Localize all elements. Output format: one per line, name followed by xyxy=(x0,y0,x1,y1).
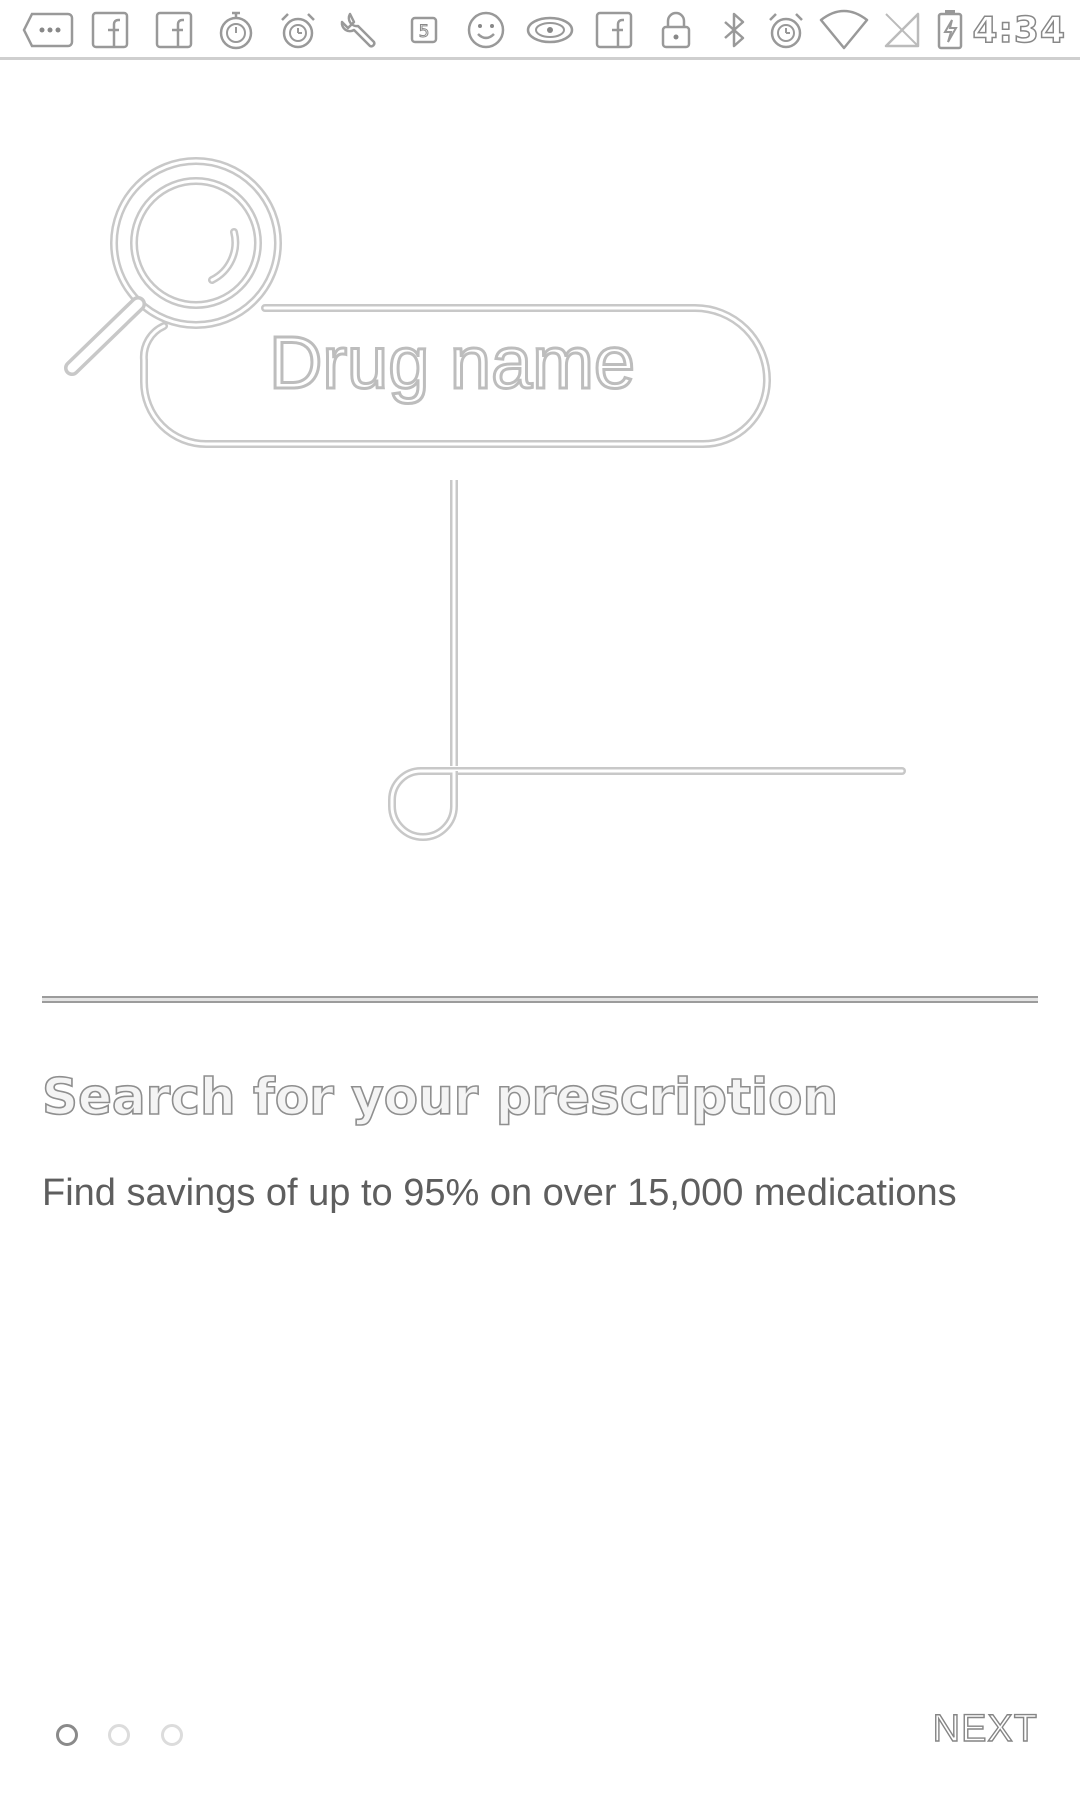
clock-time: 4:34 xyxy=(972,9,1066,52)
page-dot-1[interactable] xyxy=(56,1724,78,1746)
magnifier-icon xyxy=(64,157,282,376)
svg-text:5: 5 xyxy=(419,22,430,42)
page-dot-2[interactable] xyxy=(108,1724,130,1746)
battery-charging-icon xyxy=(930,8,970,52)
facebook-icon xyxy=(152,8,196,52)
drug-name-placeholder: Drug name xyxy=(269,321,635,404)
search-illustration: Drug name xyxy=(0,60,1080,920)
five-badge-icon: 5 xyxy=(402,8,446,52)
page-title: Search for your prescription xyxy=(41,1067,839,1127)
bluetooth-icon xyxy=(712,8,756,52)
alarm-clock-icon xyxy=(276,8,320,52)
wrench-icon xyxy=(338,8,382,52)
page-subtitle: Find savings of up to 95% on over 15,000… xyxy=(42,1172,957,1214)
next-button[interactable]: NEXT xyxy=(932,1707,1038,1751)
status-bar: 5 4:34 xyxy=(0,0,1080,60)
more-notifications-icon xyxy=(22,8,74,52)
lock-icon xyxy=(654,8,698,52)
stopwatch-icon xyxy=(214,8,258,52)
content-divider xyxy=(42,996,1038,1003)
no-sim-icon xyxy=(880,8,924,52)
smiley-icon xyxy=(464,8,508,52)
facebook-icon xyxy=(88,8,132,52)
alarm-clock-icon xyxy=(764,8,808,52)
eye-icon xyxy=(524,8,576,52)
page-dot-3[interactable] xyxy=(161,1724,183,1746)
wifi-icon xyxy=(818,8,870,52)
facebook-icon xyxy=(592,8,636,52)
